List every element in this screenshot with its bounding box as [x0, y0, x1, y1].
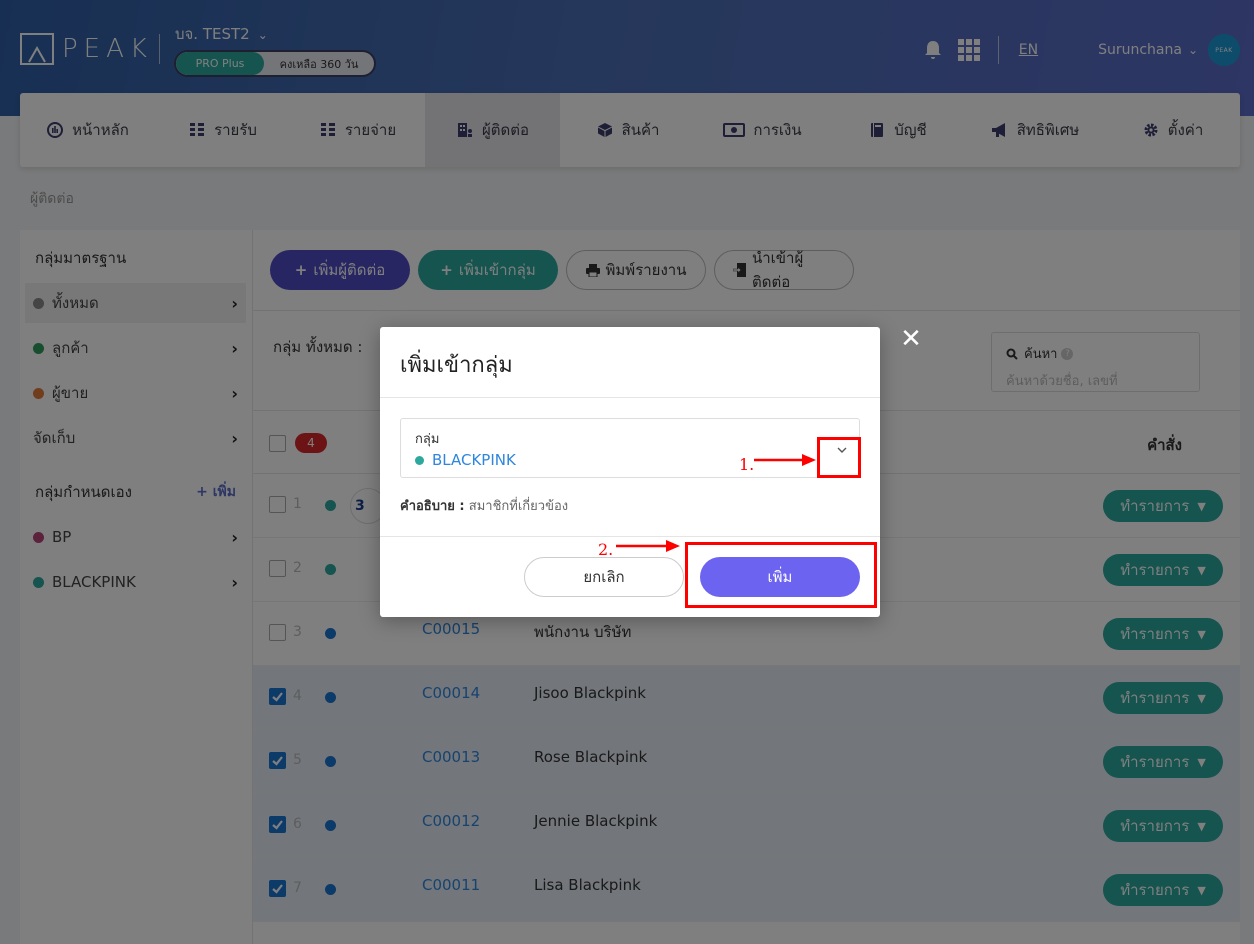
close-icon[interactable]: ✕ [898, 326, 924, 352]
description-label: คำอธิบาย : [400, 499, 465, 514]
annotation-arrow-icon [754, 454, 816, 466]
modal-divider [380, 536, 880, 537]
annotation-highlight-dropdown [817, 437, 861, 478]
modal-divider [380, 397, 880, 398]
group-select-value: BLACKPINK [415, 451, 516, 469]
annotation-step-2: 2. [598, 540, 614, 559]
description-value: สมาชิกที่เกี่ยวข้อง [468, 499, 569, 514]
group-select-label: กลุ่ม [415, 432, 440, 447]
cancel-button[interactable]: ยกเลิก [524, 557, 684, 597]
group-description: คำอธิบาย : สมาชิกที่เกี่ยวข้อง [400, 495, 568, 516]
annotation-arrow-icon [616, 540, 680, 552]
modal-title: เพิ่มเข้ากลุ่ม [400, 353, 513, 378]
group-select[interactable]: กลุ่ม BLACKPINK [400, 418, 860, 478]
group-color-dot [415, 455, 424, 465]
annotation-highlight-add-button [685, 542, 877, 608]
selected-group-name: BLACKPINK [432, 451, 516, 469]
